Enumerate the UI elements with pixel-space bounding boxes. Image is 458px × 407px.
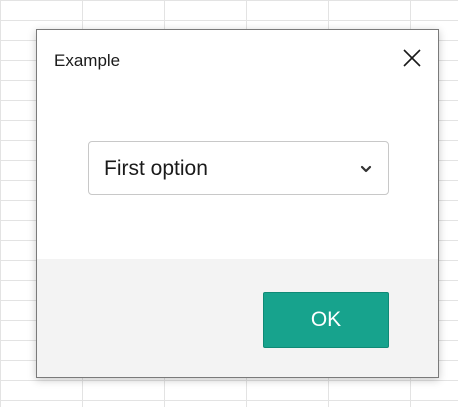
ok-button[interactable]: OK (263, 292, 389, 348)
chevron-down-icon (359, 162, 373, 176)
select-value: First option (104, 157, 208, 180)
page: Example First option OK (0, 0, 458, 407)
dialog-title: Example (54, 51, 121, 70)
dialog-title-bar: Example (37, 30, 438, 92)
close-icon (403, 49, 421, 67)
example-dialog: Example First option OK (36, 29, 439, 378)
close-button[interactable] (398, 44, 426, 72)
option-select[interactable]: First option (88, 141, 389, 195)
